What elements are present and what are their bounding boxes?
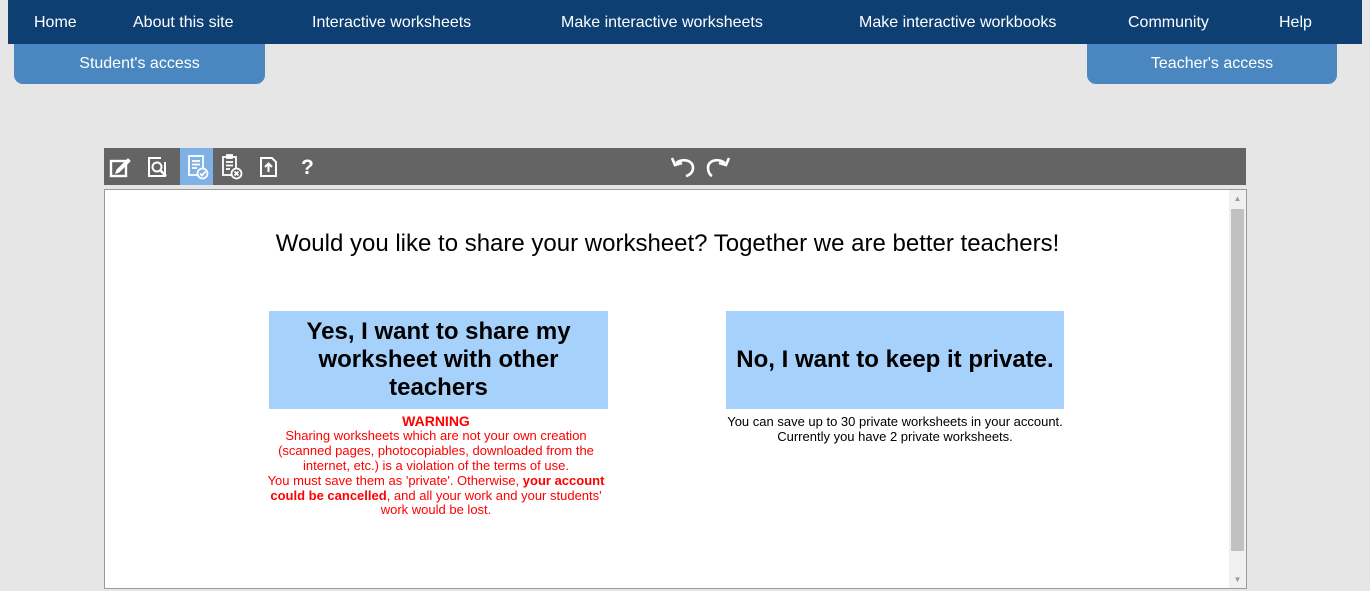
warning-title: WARNING: [402, 413, 470, 429]
warning-text-end: , and all your work and your students' w…: [380, 487, 602, 518]
upload-icon[interactable]: [254, 148, 282, 185]
save-options-panel: Would you like to share your worksheet? …: [104, 189, 1247, 589]
share-warning: WARNING Sharing worksheets which are not…: [266, 414, 606, 518]
editor-toolbar: ?: [104, 148, 1246, 185]
finish-icon[interactable]: [180, 148, 213, 185]
nav-make-worksheets-link[interactable]: Make interactive worksheets: [561, 0, 763, 44]
preview-icon[interactable]: [143, 148, 171, 185]
vertical-scrollbar[interactable]: ▲ ▼: [1229, 190, 1246, 588]
share-worksheet-button[interactable]: Yes, I want to share my worksheet with o…: [269, 311, 608, 409]
nav-interactive-worksheets-link[interactable]: Interactive worksheets: [312, 0, 471, 44]
student-access-tab[interactable]: Student's access: [14, 44, 265, 84]
nav-help-link[interactable]: Help: [1279, 0, 1312, 44]
warning-text: Sharing worksheets which are not your ow…: [278, 427, 594, 473]
top-navigation: Home About this site Interactive workshe…: [8, 0, 1362, 44]
redo-icon[interactable]: [703, 148, 733, 185]
undo-icon[interactable]: [668, 148, 698, 185]
warning-text-private: You must save them as 'private'. Otherwi…: [267, 472, 523, 488]
nav-community-link[interactable]: Community: [1128, 0, 1209, 44]
help-icon[interactable]: ?: [301, 148, 314, 185]
nav-home-link[interactable]: Home: [34, 0, 77, 44]
scroll-down-icon[interactable]: ▼: [1229, 571, 1246, 588]
teacher-access-tab[interactable]: Teacher's access: [1087, 44, 1337, 84]
nav-about-link[interactable]: About this site: [133, 0, 234, 44]
private-worksheets-info: You can save up to 30 private worksheets…: [720, 414, 1070, 444]
scrollbar-thumb[interactable]: [1231, 209, 1244, 551]
share-question: Would you like to share your worksheet? …: [275, 230, 1060, 257]
private-count-text: Currently you have 2 private worksheets.: [777, 429, 1013, 444]
private-limit-text: You can save up to 30 private worksheets…: [727, 414, 1063, 429]
nav-make-workbooks-link[interactable]: Make interactive workbooks: [859, 0, 1056, 44]
scroll-up-icon[interactable]: ▲: [1229, 190, 1246, 207]
edit-icon[interactable]: [106, 148, 134, 185]
delete-answers-icon[interactable]: [217, 148, 245, 185]
keep-private-button[interactable]: No, I want to keep it private.: [726, 311, 1064, 409]
